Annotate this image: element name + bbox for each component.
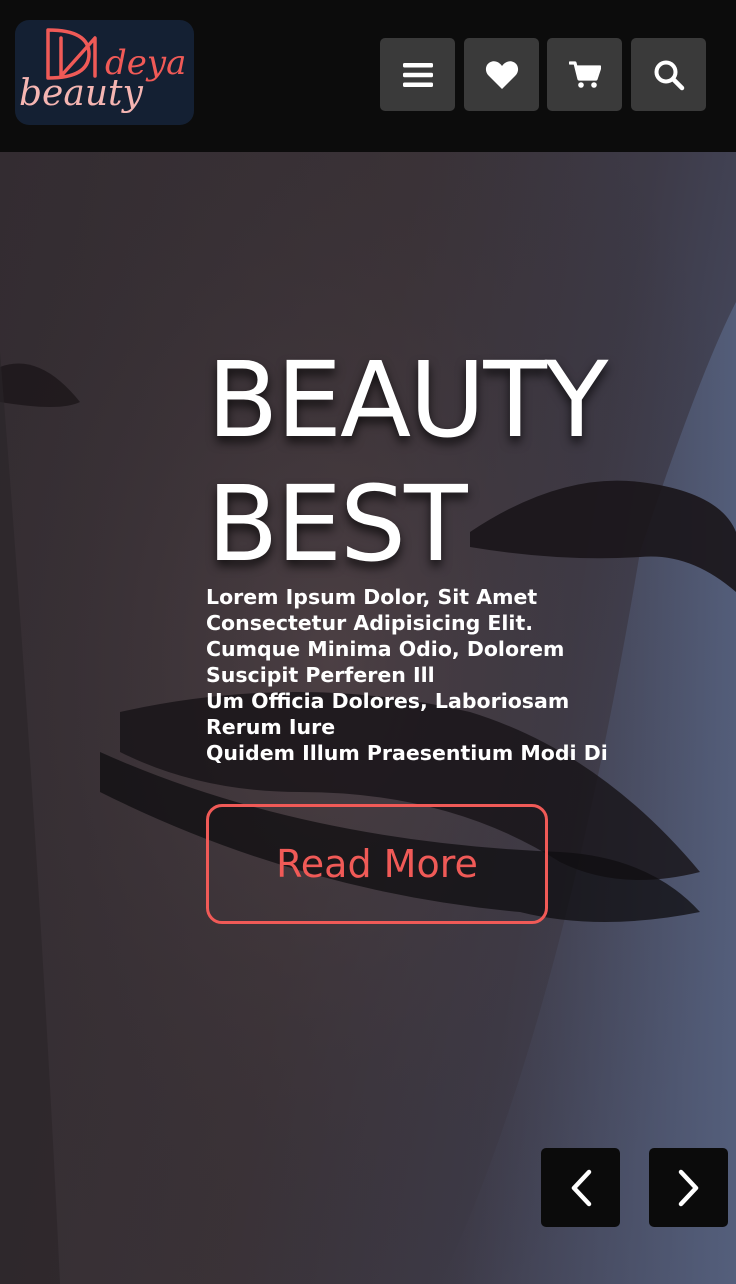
hero-description-line: Um Officia Dolores, Laboriosam xyxy=(206,689,570,713)
chevron-right-icon xyxy=(678,1169,698,1206)
hero-description-line: Suscipit Perferen Ill xyxy=(206,663,435,687)
hero-description-line: Cumque Minima Odio, Dolorem xyxy=(206,637,565,661)
cart-button[interactable] xyxy=(547,38,622,111)
hero-title-line-2: BEST xyxy=(207,463,468,585)
search-icon xyxy=(654,60,684,90)
heart-icon xyxy=(485,60,518,89)
hero-slider: BEAUTY BEST Lorem Ipsum Dolor, Sit Amet … xyxy=(0,152,736,1284)
previous-slide-button[interactable] xyxy=(541,1148,620,1227)
brand-logo[interactable]: deya beauty xyxy=(15,20,194,125)
hero-title: BEAUTY BEST xyxy=(207,338,677,586)
site-header: deya beauty xyxy=(0,0,736,152)
next-slide-button[interactable] xyxy=(649,1148,728,1227)
hero-description-line: Lorem Ipsum Dolor, Sit Amet xyxy=(206,585,538,609)
menu-button[interactable] xyxy=(380,38,455,111)
cart-icon xyxy=(568,60,601,88)
hero-description-line: Consectetur Adipisicing Elit. xyxy=(206,611,534,635)
hero-description: Lorem Ipsum Dolor, Sit Amet Consectetur … xyxy=(206,584,608,766)
hero-description-line: Quidem Illum Praesentium Modi Di xyxy=(206,741,608,765)
logo-word-beauty: beauty xyxy=(19,73,143,114)
wishlist-button[interactable] xyxy=(464,38,539,111)
search-button[interactable] xyxy=(631,38,706,111)
bars-icon xyxy=(402,62,433,87)
read-more-button[interactable]: Read More xyxy=(206,804,548,924)
hero-description-line: Rerum Iure xyxy=(206,715,336,739)
hero-title-line-1: BEAUTY xyxy=(207,339,608,461)
chevron-left-icon xyxy=(571,1169,591,1206)
